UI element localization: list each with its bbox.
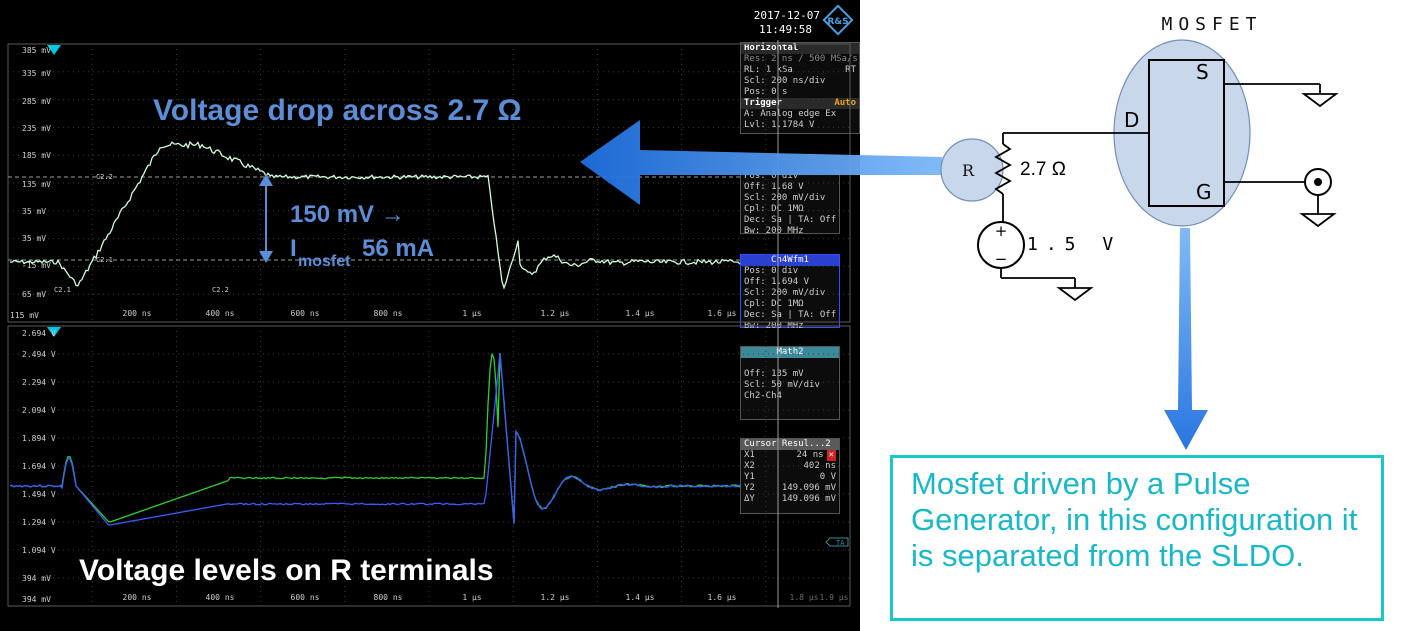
y-tick-label: 115 mV [10,311,39,320]
ground-icon [1301,93,1339,108]
plus-sign: + [995,222,1008,240]
scope-date: 2017-12-07 [754,9,820,22]
x-tick-label: 1.6 µs [708,593,737,602]
voltage-source-icon: + − [977,221,1025,269]
mosfet-title: MOSFET [1161,14,1262,35]
circuit-diagram: MOSFET D S G R 2.7 Ω + − 1.5 V [940,14,1339,302]
cursor-label-c21: C2.1 [96,256,113,264]
y-tick-label: 1.094 V [22,546,56,555]
down-arrow-icon [1164,228,1208,450]
bnc-connector-icon [1304,168,1332,214]
lower-y-labels: 2.694 V 2.494 V 2.294 V 2.094 V 1.894 V … [22,329,56,604]
x-tick-label: 200 ns [123,593,152,602]
y-tick-label: 285 mV [22,97,51,106]
ground-icon [1299,213,1337,228]
green-trace [9,352,741,524]
x-tick-label: 800 ns [374,309,403,318]
x-tick-label: 600 ns [291,593,320,602]
y-tick-label: 2.294 V [22,378,56,387]
rs-logo-icon: R&S [822,4,854,36]
resistor-name: R [962,161,975,180]
y-tick-label: 35 mV [22,207,46,216]
ground-icon [1056,287,1094,302]
source-label: S [1196,60,1209,84]
x-tick-label: 400 ns [206,309,235,318]
y-tick-label: 35 mV [22,234,46,243]
left-arrow-icon [580,120,942,205]
mv-annotation: 150 mV → [290,201,405,228]
drain-label: D [1124,108,1139,132]
y-tick-label: 65 mV [22,290,46,299]
x-tick-label: 1.6 µs [708,309,737,318]
y-tick-label: 1.894 V [22,434,56,443]
y-tick-label: 1.694 V [22,462,56,471]
gate-label: G [1196,180,1212,204]
y-tick-label: 335 mV [22,69,51,78]
current-subscript: mosfet [298,253,351,270]
x-tick-label: 1.4 µs [626,593,655,602]
y-tick-label: 2.094 V [22,406,56,415]
cursor-label-c22-low: C2.2 [212,286,229,294]
note-text: Mosfet driven by a Pulse Generator, in t… [911,466,1358,573]
voltage-levels-title: Voltage levels on R terminals [79,554,494,587]
voltage-drop-title: Voltage drop across 2.7 Ω [153,94,522,127]
x-tick-label: 1 µs [462,593,481,602]
y-tick-label: 235 mV [22,124,51,133]
x-tick-label: 200 ns [123,309,152,318]
x-tick-label: 600 ns [291,309,320,318]
x-tick-label: 1.2 µs [541,593,570,602]
x-tick-label: 1 µs [462,309,481,318]
current-symbol: I [290,235,297,262]
source-value: 1.5 V [1027,234,1121,255]
y-tick-label: 394 mV [22,574,51,583]
x-tick-label: 1.2 µs [541,309,570,318]
cursor-label-c22: C2.2 [96,173,113,181]
y-tick-label: 2.694 V [22,329,56,338]
upper-x-labels: 200 ns 400 ns 600 ns 800 ns 1 µs 1.2 µs … [123,309,737,318]
y-tick-label: 1.294 V [22,518,56,527]
y-tick-label: 2.494 V [22,350,56,359]
blue-trace [9,352,741,526]
y-tick-label: 394 mV [22,595,51,604]
x-tick-label: 800 ns [374,593,403,602]
scope-time: 11:49:58 [759,23,812,36]
y-tick-label: 1.494 V [22,490,56,499]
x-tick-label: 400 ns [206,593,235,602]
current-value: 56 mA [362,235,434,262]
y-tick-label: 385 mV [22,46,51,55]
cursor-label-c21-low: C2.1 [54,286,71,294]
upper-graticule [7,43,851,323]
lower-x-labels: 200 ns 400 ns 600 ns 800 ns 1 µs 1.2 µs … [123,593,849,602]
y-tick-label: 135 mV [22,180,51,189]
x-tick-label: 1.9 µs [820,593,849,602]
x-tick-label: 1.8 µs [790,593,819,602]
resistor-value: 2.7 Ω [1020,159,1066,180]
y-tick-label: 185 mV [22,151,51,160]
note-box: Mosfet driven by a Pulse Generator, in t… [890,455,1384,621]
x-tick-label: 1.4 µs [626,309,655,318]
minus-sign: − [995,250,1008,268]
ta-label: TA [836,539,845,547]
rs-logo-text: R&S [827,17,848,27]
upper-y-labels: 385 mV 335 mV 285 mV 235 mV 185 mV 135 m… [10,46,51,320]
